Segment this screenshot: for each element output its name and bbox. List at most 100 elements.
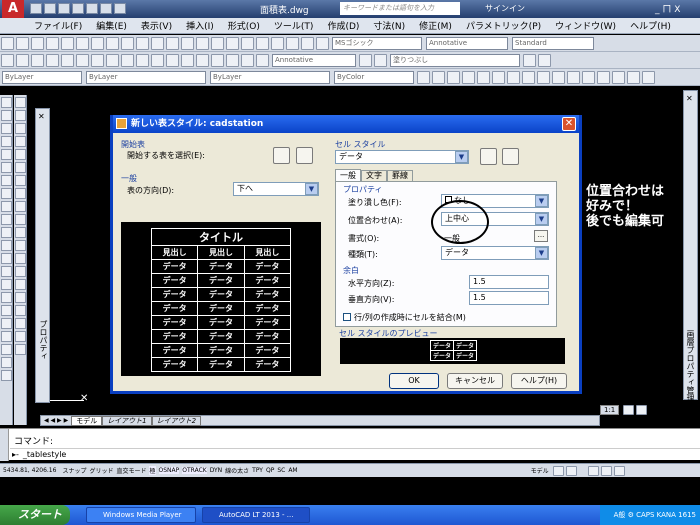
toggle-polar[interactable]: 極 [149,466,156,475]
paste-icon[interactable] [121,36,134,50]
dim-ordinate-icon[interactable] [1,136,12,147]
toggle-snap[interactable]: スナップ [62,466,86,475]
type-select[interactable]: データ [441,246,549,260]
merge-checkbox[interactable] [343,313,351,321]
preview-icon[interactable] [61,36,74,50]
tab-borders[interactable]: 罫線 [387,169,413,181]
zoom-window-icon[interactable] [211,36,224,50]
zoom-previous-icon[interactable] [226,36,239,50]
command-window-grip[interactable] [0,429,9,461]
ellipse-icon[interactable] [15,214,26,225]
tab-text[interactable]: 文字 [361,169,387,181]
add-selected-icon[interactable] [15,344,26,355]
gradient-icon[interactable] [196,53,209,67]
select-table-button[interactable] [273,147,290,164]
dim-break-icon[interactable] [1,253,12,264]
redo-icon[interactable] [114,3,126,14]
region-icon[interactable] [15,305,26,316]
spline-icon[interactable] [15,201,26,212]
menu-dimension[interactable]: 寸法(N) [373,19,405,32]
table-icon[interactable] [15,318,26,329]
array-icon[interactable] [477,70,490,84]
designcenter-icon[interactable] [256,36,269,50]
color-combo[interactable]: ByLayer [2,70,82,84]
quick-view-drawings-icon[interactable] [565,465,577,476]
match-icon[interactable] [136,36,149,50]
polygon-icon[interactable] [46,53,59,67]
layer-state-icon[interactable] [374,53,387,67]
cut-icon[interactable] [91,36,104,50]
search-input[interactable]: キーワードまたは語句を入力 [340,2,460,15]
explode-icon[interactable] [642,70,655,84]
copy-object-icon[interactable] [432,70,445,84]
rectangle-icon[interactable] [61,53,74,67]
layer-isolate-icon[interactable] [538,53,551,67]
dim-angular-icon[interactable] [1,188,12,199]
model-space-toggle[interactable]: モデル [531,466,549,475]
ok-button[interactable]: OK [389,373,439,389]
plotstyle-combo[interactable]: ByColor [334,70,414,84]
clean-screen-icon[interactable] [613,465,625,476]
make-block-icon[interactable] [15,253,26,264]
inspect-icon[interactable] [1,292,12,303]
calc-icon[interactable] [301,36,314,50]
point-icon[interactable] [166,53,179,67]
toggle-osnap[interactable]: OSNAP [158,467,180,474]
toggle-grid[interactable]: グリッド [89,466,113,475]
manage-cell-style-button[interactable] [502,148,519,165]
chevron-down-icon[interactable]: ▼ [535,195,548,207]
toggle-lineweight[interactable]: 線の太さ [225,466,249,475]
workspace-icon[interactable] [587,465,599,476]
line-icon[interactable] [15,97,26,108]
trim-icon[interactable] [552,70,565,84]
publish-icon[interactable] [76,36,89,50]
layer-icon[interactable] [359,53,372,67]
menu-tools[interactable]: ツール(T) [274,19,314,32]
point-icon[interactable] [15,266,26,277]
command-line[interactable]: ▸- _tablestyle [10,448,700,460]
layer-combo[interactable]: 塗りつぶし [390,53,520,67]
dim-diameter-icon[interactable] [1,175,12,186]
line-icon[interactable] [1,53,14,67]
offset-icon[interactable] [462,70,475,84]
stretch-icon[interactable] [537,70,550,84]
menu-insert[interactable]: 挿入(I) [186,19,214,32]
redo-icon[interactable] [166,36,179,50]
rectangle-icon[interactable] [15,149,26,160]
gradient-icon[interactable] [15,292,26,303]
auto-scale-icon[interactable] [636,405,648,415]
properties-icon[interactable] [241,36,254,50]
center-mark-icon[interactable] [1,279,12,290]
polygon-icon[interactable] [15,136,26,147]
arc-icon[interactable] [15,162,26,173]
menu-view[interactable]: 表示(V) [141,19,172,32]
signin-button[interactable]: サインイン [485,3,525,14]
tab-layout2[interactable]: レイアウト2 [151,415,202,426]
erase-icon[interactable] [417,70,430,84]
command-input[interactable]: _tablestyle [23,450,66,459]
dim-arc-icon[interactable] [1,123,12,134]
spline-icon[interactable] [121,53,134,67]
chevron-down-icon[interactable]: ▼ [535,213,548,225]
xline-icon[interactable] [16,53,29,67]
help-button[interactable]: ヘルプ(H) [511,373,567,389]
pan-icon[interactable] [181,36,194,50]
toggle-sc[interactable]: SC [277,467,285,474]
open-icon[interactable] [44,3,56,14]
dim-update-icon[interactable] [1,344,12,355]
annotation-scale[interactable]: 1:1 [600,405,620,415]
cloud-icon[interactable] [106,53,119,67]
dialog-close-button[interactable]: ✕ [562,117,576,131]
dim-linear-icon[interactable] [1,97,12,108]
dim-text-edit-icon[interactable] [1,331,12,342]
undo-icon[interactable] [100,3,112,14]
dim-baseline-icon[interactable] [1,214,12,225]
text-style-combo[interactable]: MSゴシック [332,36,422,50]
chamfer-icon[interactable] [612,70,625,84]
break-icon[interactable] [582,70,595,84]
format-browse-button[interactable]: ... [534,230,548,242]
horizontal-margin-input[interactable]: 1.5 [469,275,549,289]
region-icon[interactable] [211,53,224,67]
tab-nav-icon[interactable]: ◀ ◀ ▶ ▶ [44,417,68,424]
remove-table-button[interactable] [296,147,313,164]
